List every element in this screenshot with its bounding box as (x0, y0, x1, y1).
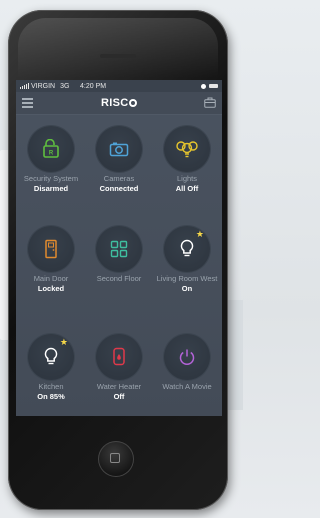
speaker-grille (100, 54, 136, 58)
tile-status: Disarmed (33, 183, 69, 193)
network-type: 3G (60, 82, 70, 90)
tile-label: Kitchen (38, 382, 64, 391)
carrier-name: VIRGIN (31, 82, 56, 90)
tile-status: On (181, 283, 193, 293)
tile-living-room-west[interactable]: ★ Living Room West On (153, 226, 221, 293)
tile-security-system[interactable]: R Security System Disarmed (17, 126, 85, 193)
svg-text:R: R (49, 151, 54, 157)
door-icon (45, 239, 57, 259)
app-screen: VIRGIN 3G 4:20 PM RISC R Security System… (16, 80, 222, 416)
tile-second-floor[interactable]: Second Floor (85, 226, 153, 284)
star-icon: ★ (59, 337, 68, 347)
signal-icon (20, 83, 29, 89)
tile-status: Connected (99, 183, 139, 193)
bulb-icon (44, 347, 58, 365)
tile-label: Water Heater (96, 382, 142, 391)
power-icon (179, 349, 195, 366)
shield-lock-icon: R (43, 139, 59, 158)
tile-main-door[interactable]: Main Door Locked (17, 226, 85, 293)
tile-status: Off (113, 391, 125, 401)
tile-water-heater[interactable]: Water Heater Off (85, 334, 153, 401)
rotation-lock-icon (201, 83, 206, 89)
home-button[interactable] (98, 441, 134, 477)
bulb-icon (180, 239, 194, 257)
home-square-icon (110, 453, 120, 463)
briefcase-icon[interactable] (204, 97, 216, 108)
risco-logo: RISC (16, 97, 222, 109)
camera-icon (109, 142, 129, 157)
tile-status: Locked (37, 283, 65, 293)
tile-label: Second Floor (96, 274, 142, 283)
battery-icon (209, 84, 218, 88)
tile-lights[interactable]: Lights All Off (153, 126, 221, 193)
tile-kitchen[interactable]: ★ Kitchen On 85% (17, 334, 85, 401)
app-bar: RISC (16, 92, 222, 115)
tile-status: All Off (175, 183, 199, 193)
tile-label: Main Door (33, 274, 69, 283)
grid-icon (110, 240, 128, 258)
tile-label: Watch A Movie (162, 382, 212, 391)
tile-label: Cameras (103, 174, 135, 183)
status-bar: VIRGIN 3G 4:20 PM (16, 80, 222, 92)
status-time: 4:20 PM (80, 82, 107, 90)
tile-cameras[interactable]: Cameras Connected (85, 126, 153, 193)
tile-status: On 85% (37, 391, 65, 401)
tile-label: Living Room West (156, 274, 218, 283)
tile-watch-a-movie[interactable]: Watch A Movie (153, 334, 221, 392)
bulbs-icon (176, 141, 198, 158)
tile-label: Lights (176, 174, 197, 183)
tile-label: Security System (23, 174, 79, 183)
water-heater-icon (113, 347, 125, 366)
star-icon: ★ (195, 229, 204, 239)
